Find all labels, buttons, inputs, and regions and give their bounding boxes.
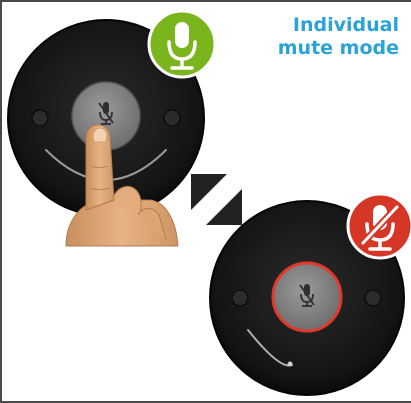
- title-line-1: Individual: [292, 14, 399, 36]
- page-title: Individual mute mode: [278, 14, 399, 60]
- status-light-dot: [287, 361, 293, 367]
- title-line-2: mute mode: [277, 37, 399, 59]
- unmuted-status-badge: [147, 9, 217, 79]
- right-side-button[interactable]: [364, 289, 382, 307]
- left-side-button[interactable]: [31, 109, 49, 127]
- muted-status-badge: [346, 192, 411, 260]
- mute-button[interactable]: [271, 261, 343, 333]
- illustration-scene: [7, 9, 411, 396]
- diagonal-split-icon: [191, 174, 242, 225]
- right-side-button[interactable]: [163, 109, 181, 127]
- left-side-button[interactable]: [231, 289, 249, 307]
